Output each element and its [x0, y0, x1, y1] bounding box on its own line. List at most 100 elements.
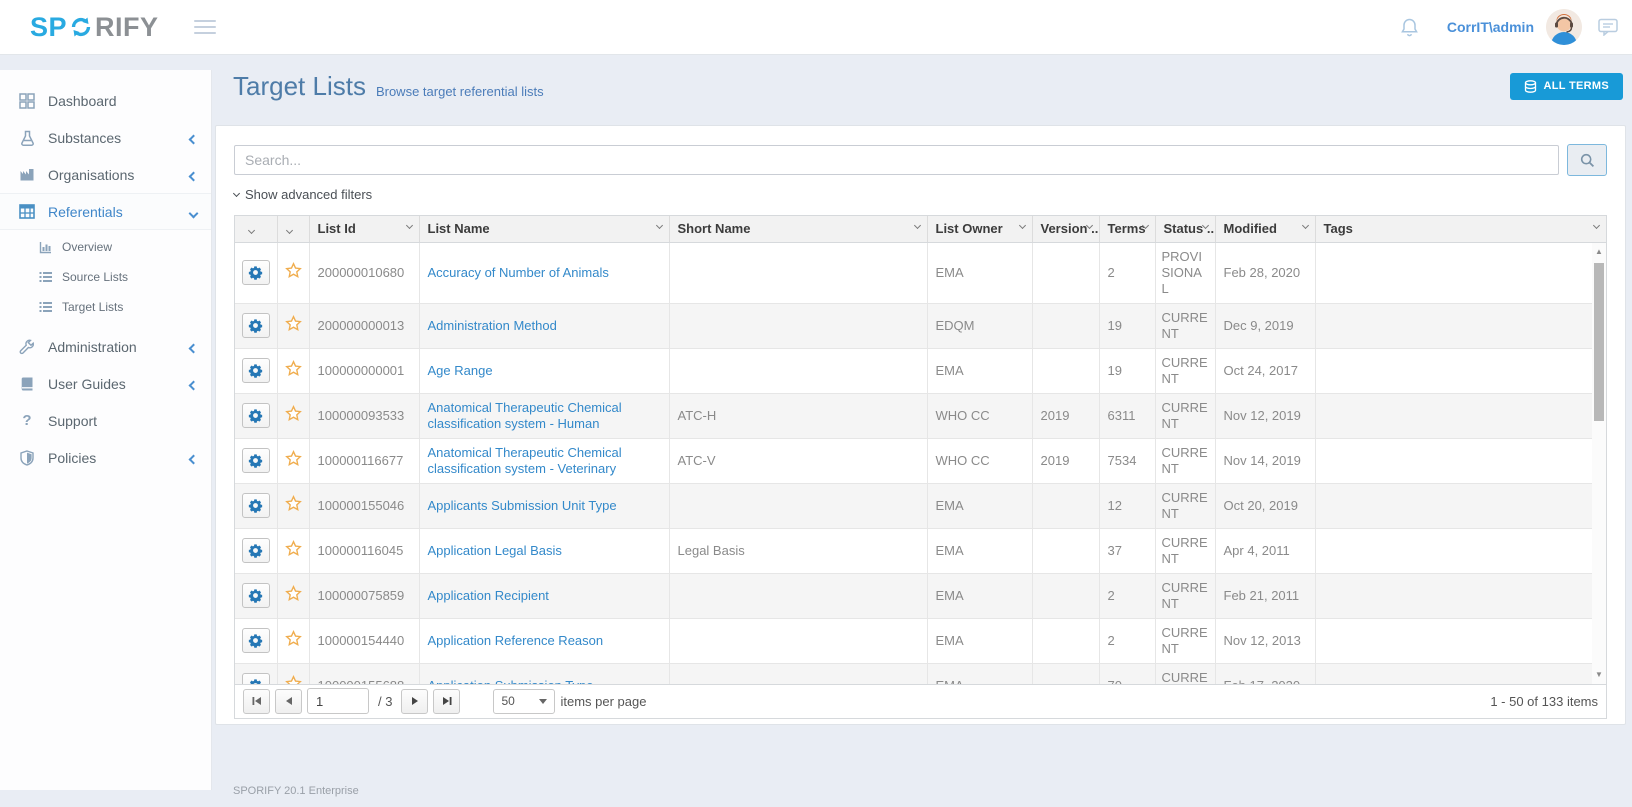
previous-page-button[interactable] [275, 689, 302, 714]
terms-cell: 37 [1099, 528, 1155, 573]
scrollbar-thumb[interactable] [1594, 263, 1604, 421]
sidebar-subitem-label: Source Lists [62, 270, 128, 284]
page-number-input[interactable] [307, 688, 369, 714]
sidebar-item-label: Referentials [48, 204, 123, 220]
terms-cell: 70 [1099, 663, 1155, 684]
user-menu[interactable]: CorrIT\admin [1447, 19, 1534, 35]
list-name-link[interactable]: Application Recipient [428, 588, 549, 603]
row-settings-button[interactable] [242, 583, 270, 608]
chevron-left-icon [190, 130, 197, 146]
favorite-cell [277, 393, 309, 438]
column-menu-star[interactable] [277, 216, 309, 242]
feedback-chat-icon[interactable] [1598, 18, 1618, 36]
last-page-button[interactable] [433, 689, 460, 714]
sidebar-item-substances[interactable]: Substances [0, 119, 211, 156]
page-size-value: 50 [501, 694, 514, 708]
sidebar-item-overview[interactable]: Overview [0, 232, 211, 262]
question-icon: ? [18, 412, 36, 429]
logo-text-right: RIFY [95, 12, 159, 43]
sidebar-item-source-lists[interactable]: Source Lists [0, 262, 211, 292]
favorite-cell [277, 438, 309, 483]
favorite-star-icon[interactable] [285, 630, 302, 647]
column-header-tags[interactable]: Tags [1315, 216, 1606, 242]
version-cell [1032, 618, 1099, 663]
version-cell [1032, 303, 1099, 348]
sidebar-item-referentials[interactable]: Referentials [0, 193, 211, 230]
column-header-list-id[interactable]: List Id [309, 216, 419, 242]
favorite-star-icon[interactable] [285, 315, 302, 332]
column-header-version[interactable]: Version .. [1032, 216, 1099, 242]
column-header-list-name[interactable]: List Name [419, 216, 669, 242]
list-name-link[interactable]: Application Legal Basis [428, 543, 562, 558]
tags-cell [1315, 573, 1606, 618]
favorite-star-icon[interactable] [285, 675, 302, 684]
bar-chart-icon [38, 241, 53, 254]
list-name-link[interactable]: Application Submission Type [428, 678, 594, 684]
row-settings-button[interactable] [242, 358, 270, 383]
row-settings-button[interactable] [242, 493, 270, 518]
favorite-star-icon[interactable] [285, 360, 302, 377]
list-owner-cell: EDQM [927, 303, 1032, 348]
advanced-filters-label: Show advanced filters [245, 187, 372, 202]
list-owner-cell: EMA [927, 528, 1032, 573]
column-header-list-owner[interactable]: List Owner [927, 216, 1032, 242]
row-settings-button[interactable] [242, 260, 270, 285]
sidebar-item-dashboard[interactable]: Dashboard [0, 82, 211, 119]
target-lists-grid: List Id List Name Short Name List Owner … [234, 215, 1607, 719]
notifications-bell-icon[interactable] [1400, 17, 1419, 38]
favorite-star-icon[interactable] [285, 450, 302, 467]
tags-cell [1315, 348, 1606, 393]
search-button[interactable] [1567, 144, 1607, 176]
favorite-star-icon[interactable] [285, 540, 302, 557]
all-terms-button[interactable]: ALL TERMS [1510, 73, 1623, 100]
column-header-modified[interactable]: Modified [1215, 216, 1315, 242]
list-name-link[interactable]: Applicants Submission Unit Type [428, 498, 617, 513]
column-menu-gear[interactable] [235, 216, 277, 242]
main-content: Target Lists Browse target referential l… [212, 55, 1632, 807]
sidebar-item-administration[interactable]: Administration [0, 328, 211, 365]
first-page-button[interactable] [243, 689, 270, 714]
scrollbar-down-arrow[interactable]: ▼ [1592, 668, 1606, 682]
row-settings-cell [235, 573, 277, 618]
short-name-cell [669, 303, 927, 348]
table-row: 100000093533 Anatomical Therapeutic Chem… [235, 393, 1606, 438]
list-name-link[interactable]: Age Range [428, 363, 493, 378]
column-header-short-name[interactable]: Short Name [669, 216, 927, 242]
row-settings-button[interactable] [242, 673, 270, 684]
list-name-link[interactable]: Anatomical Therapeutic Chemical classifi… [428, 445, 622, 476]
list-name-link[interactable]: Accuracy of Number of Animals [428, 265, 609, 280]
page-size-select[interactable]: 50 [493, 689, 555, 714]
show-advanced-filters-toggle[interactable]: Show advanced filters [234, 187, 372, 202]
list-name-link[interactable]: Application Reference Reason [428, 633, 604, 648]
row-settings-button[interactable] [242, 403, 270, 428]
version-cell [1032, 663, 1099, 684]
row-settings-button[interactable] [242, 313, 270, 338]
hamburger-menu-icon[interactable] [194, 16, 216, 38]
next-page-button[interactable] [401, 689, 428, 714]
scrollbar-up-arrow[interactable]: ▲ [1592, 245, 1606, 259]
column-header-terms[interactable]: Terms [1099, 216, 1155, 242]
sidebar-item-organisations[interactable]: Organisations [0, 156, 211, 193]
favorite-star-icon[interactable] [285, 495, 302, 512]
list-name-cell: Application Legal Basis [419, 528, 669, 573]
sidebar-item-support[interactable]: ? Support [0, 402, 211, 439]
list-name-link[interactable]: Administration Method [428, 318, 557, 333]
book-icon [18, 376, 36, 392]
sidebar-item-policies[interactable]: Policies [0, 439, 211, 476]
referentials-submenu: Overview Source Lists Target Lists [0, 230, 211, 328]
sidebar-item-user-guides[interactable]: User Guides [0, 365, 211, 402]
list-name-link[interactable]: Anatomical Therapeutic Chemical classifi… [428, 400, 622, 431]
favorite-star-icon[interactable] [285, 585, 302, 602]
search-input[interactable] [234, 145, 1559, 175]
column-header-status[interactable]: Status .. [1155, 216, 1215, 242]
avatar[interactable] [1546, 9, 1582, 45]
pagination-bar: / 3 50 items per page 1 - 50 of 133 item… [235, 684, 1606, 718]
favorite-star-icon[interactable] [285, 405, 302, 422]
favorite-star-icon[interactable] [285, 262, 302, 279]
row-settings-button[interactable] [242, 628, 270, 653]
sidebar-item-target-lists[interactable]: Target Lists [0, 292, 211, 322]
list-id-cell: 100000075859 [309, 573, 419, 618]
vertical-scrollbar[interactable]: ▲ ▼ [1592, 243, 1606, 684]
row-settings-button[interactable] [242, 448, 270, 473]
row-settings-button[interactable] [242, 538, 270, 563]
